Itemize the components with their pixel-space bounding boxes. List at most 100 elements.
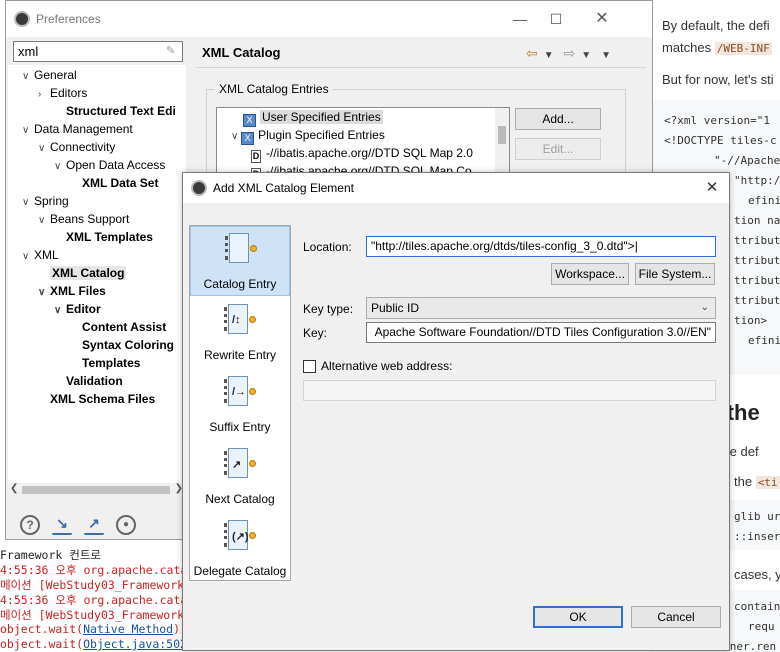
tree-item[interactable]: XML Templates	[54, 229, 153, 245]
tree-item[interactable]: ∨ Editor	[54, 301, 101, 319]
chevron-down-icon[interactable]: ∨	[38, 141, 50, 157]
tree-item[interactable]: Templates	[70, 355, 140, 371]
location-value: "http://tiles.apache.org/dtds/tiles-conf…	[371, 239, 635, 253]
forward-arrow-icon[interactable]: ⇨	[564, 45, 576, 61]
code-line: "-//Apache	[714, 154, 780, 167]
tree-item-label: XML Data Set	[82, 176, 159, 190]
minimize-button[interactable]: —	[506, 9, 534, 29]
close-button[interactable]: ✕	[588, 9, 616, 29]
scrollbar-thumb[interactable]	[22, 486, 170, 494]
element-type-catalog-entry[interactable]: Catalog Entry	[190, 226, 290, 296]
element-type-delegate-catalog[interactable]: (↗) Delegate Catalog	[190, 514, 290, 584]
console-link[interactable]: Native Method	[83, 622, 173, 636]
element-type-rewrite-entry[interactable]: /↕ Rewrite Entry	[190, 298, 290, 368]
workspace-button[interactable]: Workspace...	[551, 263, 629, 285]
tree-item[interactable]: Validation	[54, 373, 123, 389]
alternative-web-address-label: Alternative web address:	[321, 359, 453, 373]
tree-item[interactable]: › Editors	[38, 85, 87, 103]
maximize-button[interactable]: ☐	[542, 9, 570, 29]
history-navigation: ⇦ ▼ ⇨ ▼ ▼	[526, 45, 617, 62]
forward-menu-icon[interactable]: ▼	[581, 50, 591, 61]
code-line: containe	[734, 600, 780, 613]
export-icon[interactable]: ↗	[84, 515, 104, 535]
preference-tree: ∨ General › Editors Structured Text Edi ∨ Data…	[8, 65, 186, 485]
tree-item-label: Beans Support	[50, 212, 130, 226]
tree-item[interactable]: Syntax Coloring	[70, 337, 174, 353]
chevron-down-icon[interactable]: ∨	[22, 249, 34, 265]
page-paragraph: the <ti	[734, 474, 780, 489]
help-icon[interactable]: ?	[20, 515, 40, 535]
group-label: XML Catalog Entries	[215, 82, 333, 96]
tree-item[interactable]: ∨ Beans Support	[38, 211, 129, 229]
tree-item[interactable]: ∨ Open Data Access	[54, 157, 165, 175]
cancel-button[interactable]: Cancel	[631, 606, 721, 628]
back-arrow-icon[interactable]: ⇦	[526, 45, 538, 61]
alternative-web-address-checkbox[interactable]	[303, 360, 316, 373]
divider	[196, 67, 646, 68]
ok-button[interactable]: OK	[533, 606, 623, 628]
element-type-suffix-entry[interactable]: /→ Suffix Entry	[190, 370, 290, 440]
chevron-down-icon[interactable]: ∨	[22, 195, 34, 211]
chevron-down-icon[interactable]: ∨	[22, 123, 34, 139]
element-type-next-catalog[interactable]: ↗ Next Catalog	[190, 442, 290, 512]
chevron-down-icon[interactable]: ∨	[54, 303, 66, 319]
tree-item[interactable]: ∨ Data Management	[22, 121, 133, 139]
chevron-right-icon[interactable]: ›	[38, 87, 50, 103]
alternative-web-address-input[interactable]	[303, 380, 716, 401]
tree-item[interactable]: XML Schema Files	[38, 391, 155, 407]
location-input[interactable]: "http://tiles.apache.org/dtds/tiles-conf…	[366, 236, 716, 257]
view-menu-icon[interactable]: ▼	[601, 50, 611, 61]
key-type-select[interactable]: Public ID ⌄	[366, 297, 716, 319]
tree-item[interactable]: Structured Text Edi	[54, 103, 176, 119]
tree-item[interactable]: ∨ XML	[22, 247, 59, 265]
catalog-folder-icon: X	[243, 114, 256, 127]
chevron-down-icon[interactable]: ∨	[38, 285, 50, 301]
tree-item-label: Content Assist	[82, 320, 167, 334]
tree-item[interactable]: ∨ Connectivity	[38, 139, 115, 157]
console-line: 4:55:36 오후 org.apache.cata	[0, 563, 188, 577]
key-input[interactable]: Apache Software Foundation//DTD Tiles Co…	[366, 322, 716, 343]
tree-item-label: XML Schema Files	[50, 392, 156, 406]
rewrite-entry-icon: /↕	[224, 304, 256, 338]
file-system-button[interactable]: File System...	[635, 263, 715, 285]
tree-item[interactable]: XML Catalog	[38, 265, 127, 281]
dialog-titlebar: Add XML Catalog Element ✕	[183, 173, 729, 203]
add-button[interactable]: Add...	[515, 108, 601, 130]
dialog-close-button[interactable]: ✕	[701, 177, 723, 199]
tree-item[interactable]: ∨ General	[22, 67, 77, 85]
tree-item[interactable]: Content Assist	[70, 319, 166, 335]
edit-button[interactable]: Edit...	[515, 138, 601, 160]
tree-item-label: Structured Text Edi	[66, 104, 176, 118]
catalog-entry-item[interactable]: ∨ X Plugin Specified Entries	[231, 128, 385, 145]
catalog-entry-item[interactable]: D -//ibatis.apache.org//DTD SQL Map 2.0	[251, 146, 473, 163]
clear-filter-icon[interactable]: ✎	[166, 45, 178, 57]
element-type-list: Catalog Entry /↕ Rewrite Entry /→ Suffix Ent…	[189, 225, 291, 581]
catalog-entry-label: User Specified Entries	[260, 110, 383, 124]
tree-horizontal-scrollbar[interactable]: ❮ ❯	[8, 483, 186, 497]
console-link[interactable]: Object.java:502	[83, 637, 187, 651]
tree-item[interactable]: XML Data Set	[70, 175, 158, 191]
chevron-down-icon[interactable]: ∨	[38, 213, 50, 229]
tree-item[interactable]: ∨ XML Files	[38, 283, 106, 301]
code-line: ttribut	[734, 234, 780, 247]
chevron-down-icon[interactable]: ∨	[22, 69, 34, 85]
console-line: object.wait(Object.java:502)	[0, 637, 190, 651]
tree-item[interactable]: ∨ Spring	[22, 193, 69, 211]
filter-input[interactable]: xml ✎	[13, 41, 183, 62]
back-menu-icon[interactable]: ▼	[544, 50, 554, 61]
code-line: ttribut	[734, 254, 780, 267]
catalog-entry-item[interactable]: X User Specified Entries	[243, 110, 383, 127]
tree-item-label: Syntax Coloring	[82, 338, 175, 352]
record-icon[interactable]: ●	[116, 515, 136, 535]
chevron-down-icon[interactable]: ∨	[231, 131, 241, 142]
tree-item-label: Validation	[66, 374, 123, 388]
tree-item-label: Open Data Access	[66, 158, 166, 172]
scroll-left-icon[interactable]: ❮	[10, 483, 18, 494]
dtd-file-icon: D	[251, 150, 261, 163]
chevron-down-icon[interactable]: ∨	[54, 159, 66, 175]
console-line: 메이션 [WebStudy03_Framework]	[0, 608, 190, 622]
console-line: object.wait(Native Method)	[0, 622, 181, 636]
scrollbar-thumb[interactable]	[498, 126, 506, 144]
element-type-label: Next Catalog	[205, 492, 275, 506]
import-icon[interactable]: ↘	[52, 515, 72, 535]
